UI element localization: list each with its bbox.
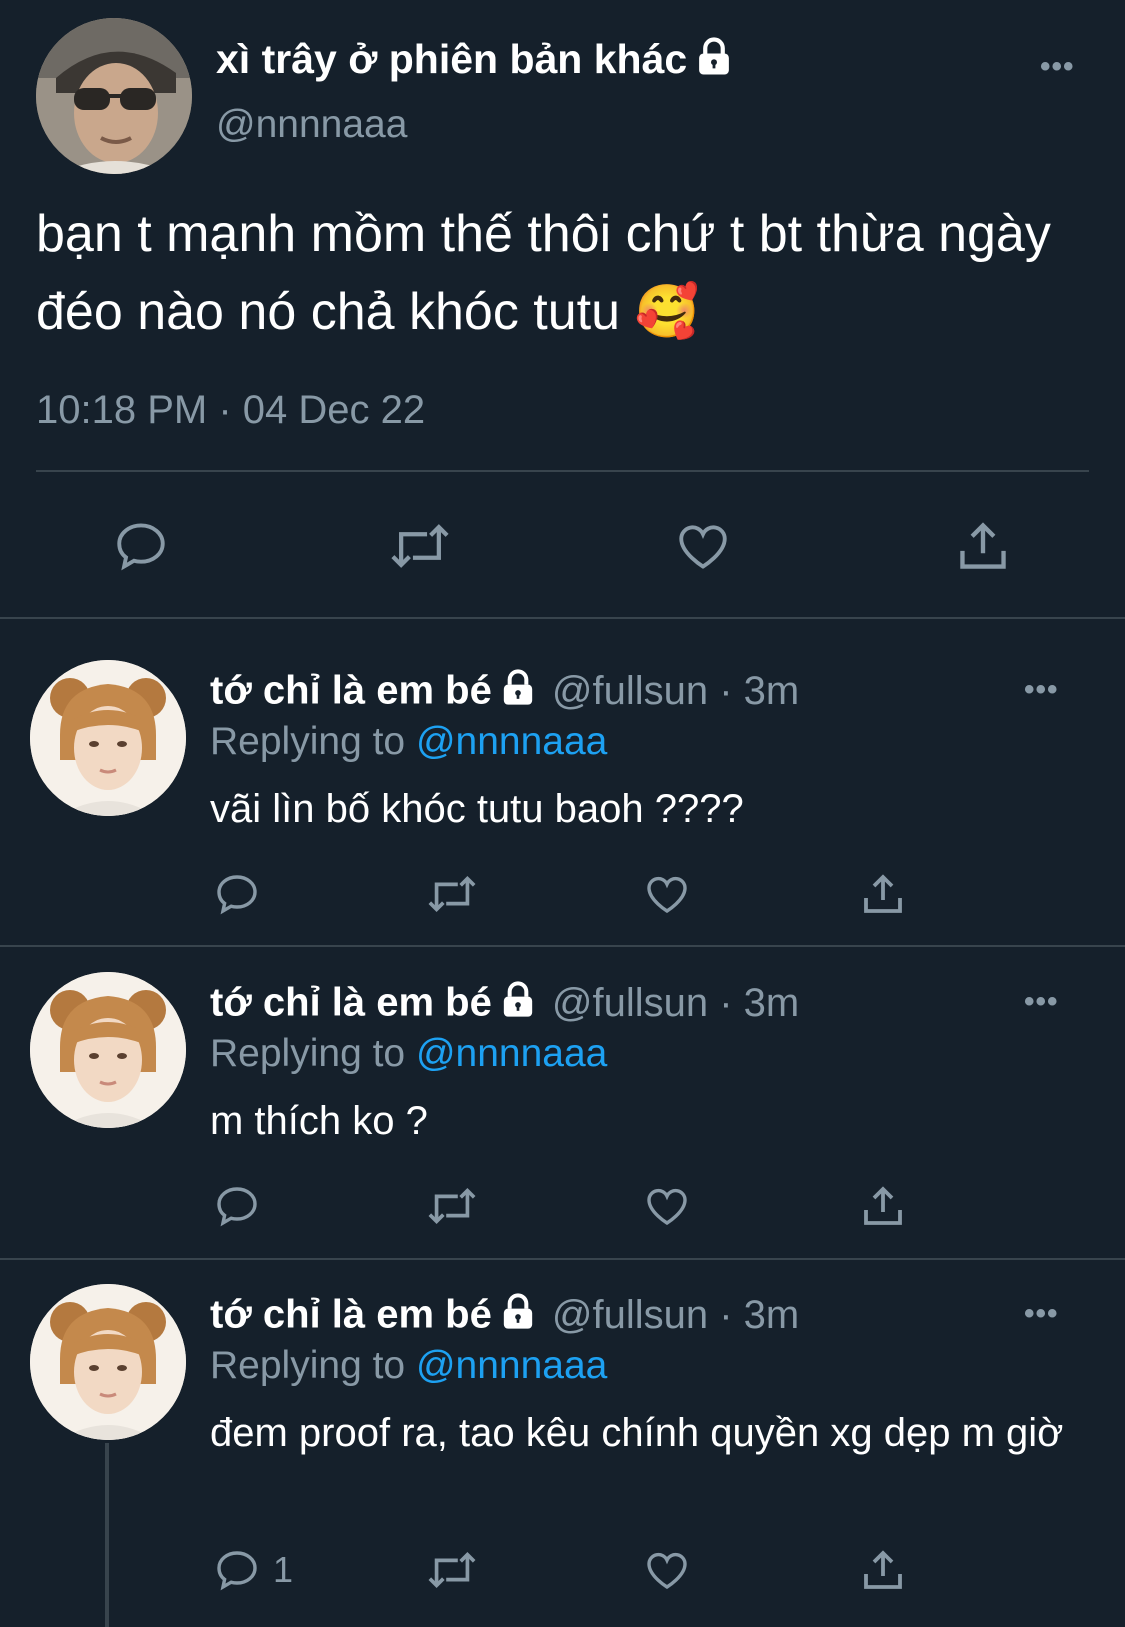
avatar-photo: [36, 18, 192, 174]
share-icon: [864, 874, 902, 913]
display-name[interactable]: xì trây ở phiên bản khác: [216, 36, 735, 88]
share-button[interactable]: [954, 517, 1012, 575]
reply-button[interactable]: [213, 870, 273, 918]
retweet-icon: [391, 524, 449, 568]
display-name-text: tớ chỉ là em bé: [210, 668, 492, 713]
avatar[interactable]: [30, 660, 186, 816]
divider: [0, 945, 1125, 947]
more-icon[interactable]: •••: [1024, 1297, 1059, 1331]
lock-icon: [498, 1292, 538, 1342]
retweet-button[interactable]: [387, 517, 453, 575]
replying-to: Replying to @nnnnaaa: [210, 1032, 607, 1076]
main-tweet: xì trây ở phiên bản khác @nnnnaaa ••• bạ…: [0, 0, 1125, 619]
like-icon: [647, 876, 687, 913]
display-name-text: tớ chỉ là em bé: [210, 980, 492, 1025]
replying-prefix: Replying to: [210, 1032, 416, 1075]
display-name[interactable]: tớ chỉ là em bé @fullsun · 3m: [210, 980, 799, 1030]
share-icon: [864, 1550, 902, 1589]
avatar[interactable]: [30, 972, 186, 1128]
display-name-text: xì trây ở phiên bản khác: [216, 36, 688, 82]
share-icon: [960, 522, 1006, 569]
like-icon: [647, 1552, 687, 1589]
display-name[interactable]: tớ chỉ là em bé @fullsun · 3m: [210, 668, 799, 718]
handle-and-time[interactable]: @fullsun · 3m: [552, 981, 799, 1025]
avatar-photo: [30, 972, 186, 1128]
mention-link[interactable]: @nnnnaaa: [416, 1032, 607, 1075]
like-button[interactable]: [643, 1546, 691, 1594]
handle-and-time[interactable]: @fullsun · 3m: [552, 1293, 799, 1337]
share-button[interactable]: [859, 870, 907, 918]
divider: [0, 1258, 1125, 1260]
reply-icon: [117, 523, 165, 571]
retweet-icon: [428, 1187, 476, 1225]
more-icon[interactable]: •••: [1024, 673, 1059, 707]
share-button[interactable]: [859, 1546, 907, 1594]
reply-count: 1: [273, 1549, 294, 1590]
more-icon[interactable]: •••: [1024, 985, 1059, 1019]
reply-button[interactable]: [112, 517, 170, 575]
like-icon: [647, 1188, 687, 1225]
retweet-button[interactable]: [425, 1182, 479, 1230]
divider: [36, 470, 1089, 472]
avatar-photo: [30, 1284, 186, 1440]
more-icon[interactable]: •••: [1040, 50, 1075, 84]
retweet-button[interactable]: [425, 1546, 479, 1594]
handle-and-time[interactable]: @fullsun · 3m: [552, 669, 799, 713]
like-icon: [679, 525, 727, 569]
replying-to: Replying to @nnnnaaa: [210, 1344, 607, 1388]
tweet-timestamp[interactable]: 10:18 PM · 04 Dec 22: [36, 388, 425, 433]
like-button[interactable]: [673, 517, 733, 575]
lock-icon: [498, 980, 538, 1030]
tweet-text: bạn t mạnh mồm thế thôi chứ t bt thừa ng…: [36, 205, 1051, 341]
reply-icon: [217, 1551, 257, 1591]
reply-icon: [217, 1187, 257, 1227]
display-name[interactable]: tớ chỉ là em bé @fullsun · 3m: [210, 1292, 799, 1342]
like-button[interactable]: [643, 1182, 691, 1230]
lock-icon: [498, 668, 538, 718]
thread-line: [105, 1443, 109, 1627]
avatar[interactable]: [36, 18, 192, 174]
replying-prefix: Replying to: [210, 1344, 416, 1387]
tweet-text: m thích ko ?: [210, 1099, 428, 1143]
tweet-text: vãi lìn bố khóc tutu baoh ????: [210, 787, 744, 831]
avatar-photo: [30, 660, 186, 816]
avatar[interactable]: [30, 1284, 186, 1440]
like-button[interactable]: [643, 870, 691, 918]
share-icon: [864, 1186, 902, 1225]
retweet-icon: [428, 875, 476, 913]
reply-icon: [217, 875, 257, 915]
replying-prefix: Replying to: [210, 720, 416, 763]
display-name-text: tớ chỉ là em bé: [210, 1292, 492, 1337]
retweet-button[interactable]: [425, 870, 479, 918]
retweet-icon: [428, 1551, 476, 1589]
mention-link[interactable]: @nnnnaaa: [416, 1344, 607, 1387]
divider: [0, 617, 1125, 619]
share-button[interactable]: [859, 1182, 907, 1230]
reply-button[interactable]: [213, 1182, 273, 1230]
lock-icon: [693, 36, 735, 88]
handle[interactable]: @nnnnaaa: [216, 103, 407, 147]
replying-to: Replying to @nnnnaaa: [210, 720, 607, 764]
mention-link[interactable]: @nnnnaaa: [416, 720, 607, 763]
tweet-text: đem proof ra, tao kêu chính quyền xg dẹp…: [210, 1411, 1064, 1455]
reply-button[interactable]: 1: [213, 1546, 293, 1594]
